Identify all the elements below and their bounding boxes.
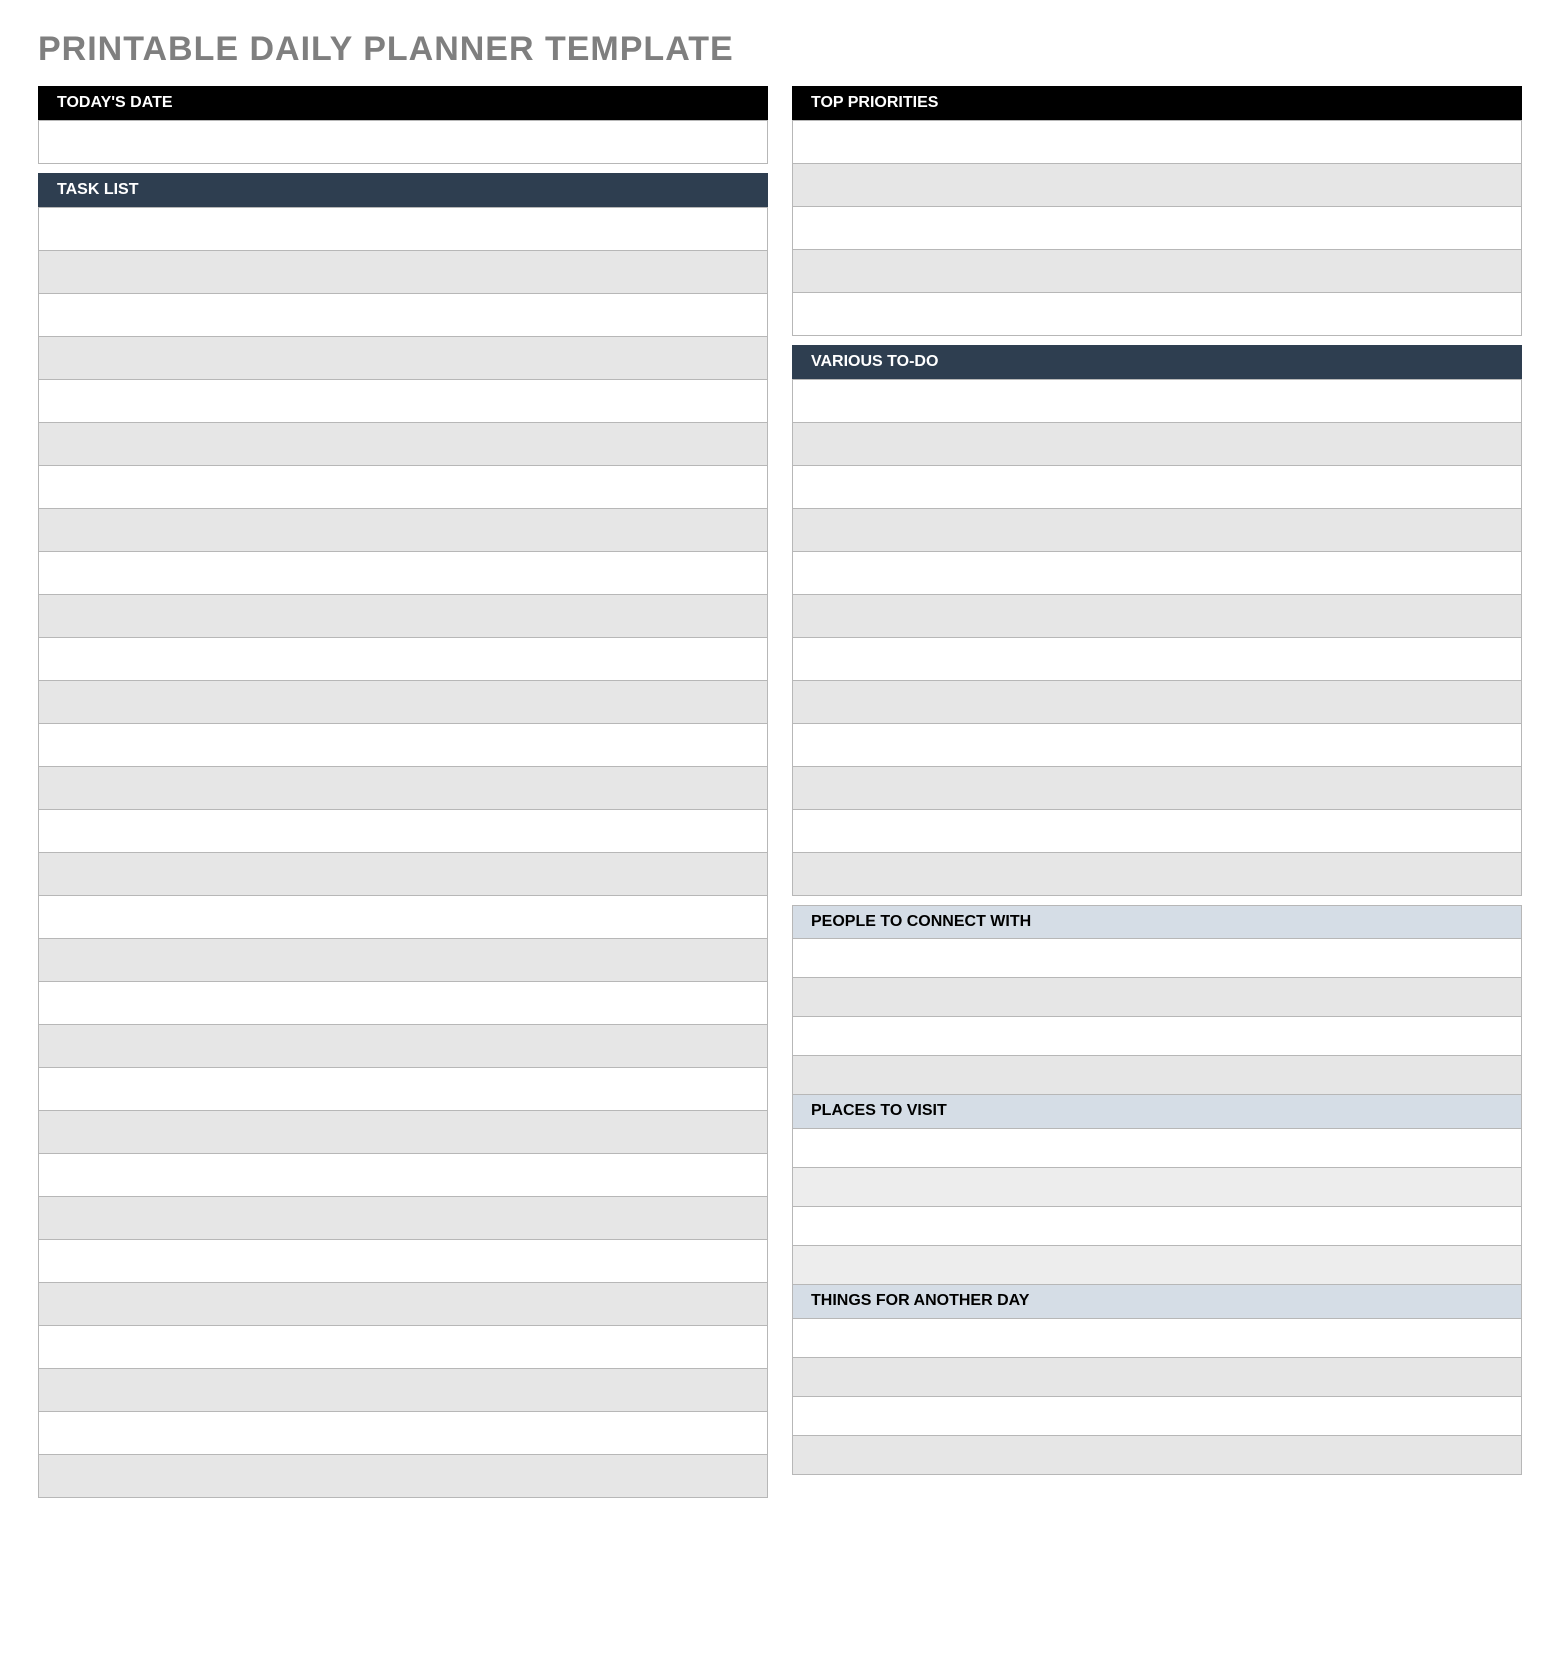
places-to-visit-row[interactable] [792,1245,1522,1285]
various-todo-row[interactable] [792,766,1522,810]
task-list-row[interactable] [38,207,768,251]
things-another-day-row[interactable] [792,1396,1522,1436]
various-todo-row[interactable] [792,508,1522,552]
task-list-row[interactable] [38,981,768,1025]
task-list-row[interactable] [38,766,768,810]
task-list-row[interactable] [38,1325,768,1369]
things-another-day-row[interactable] [792,1357,1522,1397]
task-list-row[interactable] [38,1196,768,1240]
task-list-row[interactable] [38,465,768,509]
task-list-row[interactable] [38,508,768,552]
various-todo-row[interactable] [792,723,1522,767]
right-column: TOP PRIORITIES VARIOUS TO-DO PEOPLE TO C… [792,87,1522,1498]
task-list-row[interactable] [38,1110,768,1154]
task-list-row[interactable] [38,895,768,939]
task-list-row[interactable] [38,1454,768,1498]
various-todo-row[interactable] [792,852,1522,896]
task-list-row[interactable] [38,1067,768,1111]
planner-columns: TODAY'S DATE TASK LIST [38,87,1522,1498]
various-todo-row[interactable] [792,465,1522,509]
task-list-row[interactable] [38,293,768,337]
things-another-day-header: THINGS FOR ANOTHER DAY [792,1284,1522,1319]
task-list-row[interactable] [38,1368,768,1412]
things-another-day-row[interactable] [792,1318,1522,1358]
task-list-row[interactable] [38,250,768,294]
top-priorities-row[interactable] [792,292,1522,336]
top-priorities-header: TOP PRIORITIES [792,86,1522,121]
task-list-row[interactable] [38,1411,768,1455]
various-todo-row[interactable] [792,594,1522,638]
task-list-row[interactable] [38,809,768,853]
various-todo-row[interactable] [792,637,1522,681]
task-list-row[interactable] [38,637,768,681]
left-column: TODAY'S DATE TASK LIST [38,87,768,1498]
people-to-connect-header: PEOPLE TO CONNECT WITH [792,905,1522,940]
task-list-row[interactable] [38,551,768,595]
top-priorities-row[interactable] [792,163,1522,207]
task-list-row[interactable] [38,938,768,982]
task-list-row[interactable] [38,594,768,638]
top-priorities-row[interactable] [792,249,1522,293]
task-list-row[interactable] [38,1024,768,1068]
task-list-row[interactable] [38,680,768,724]
places-to-visit-row[interactable] [792,1167,1522,1207]
people-to-connect-row[interactable] [792,977,1522,1017]
places-to-visit-row[interactable] [792,1128,1522,1168]
things-another-day-row[interactable] [792,1435,1522,1475]
page-title: PRINTABLE DAILY PLANNER TEMPLATE [38,30,1522,69]
various-todo-header: VARIOUS TO-DO [792,345,1522,380]
todays-date-header: TODAY'S DATE [38,86,768,121]
task-list-row[interactable] [38,336,768,380]
top-priorities-row[interactable] [792,206,1522,250]
various-todo-row[interactable] [792,422,1522,466]
various-todo-row[interactable] [792,680,1522,724]
places-to-visit-header: PLACES TO VISIT [792,1094,1522,1129]
various-todo-row[interactable] [792,551,1522,595]
todays-date-row[interactable] [38,120,768,164]
task-list-row[interactable] [38,1239,768,1283]
various-todo-row[interactable] [792,379,1522,423]
task-list-row[interactable] [38,422,768,466]
task-list-row[interactable] [38,723,768,767]
people-to-connect-row[interactable] [792,938,1522,978]
people-to-connect-row[interactable] [792,1016,1522,1056]
places-to-visit-row[interactable] [792,1206,1522,1246]
task-list-row[interactable] [38,852,768,896]
various-todo-row[interactable] [792,809,1522,853]
task-list-row[interactable] [38,1282,768,1326]
task-list-row[interactable] [38,1153,768,1197]
people-to-connect-row[interactable] [792,1055,1522,1095]
task-list-row[interactable] [38,379,768,423]
task-list-header: TASK LIST [38,173,768,208]
top-priorities-row[interactable] [792,120,1522,164]
